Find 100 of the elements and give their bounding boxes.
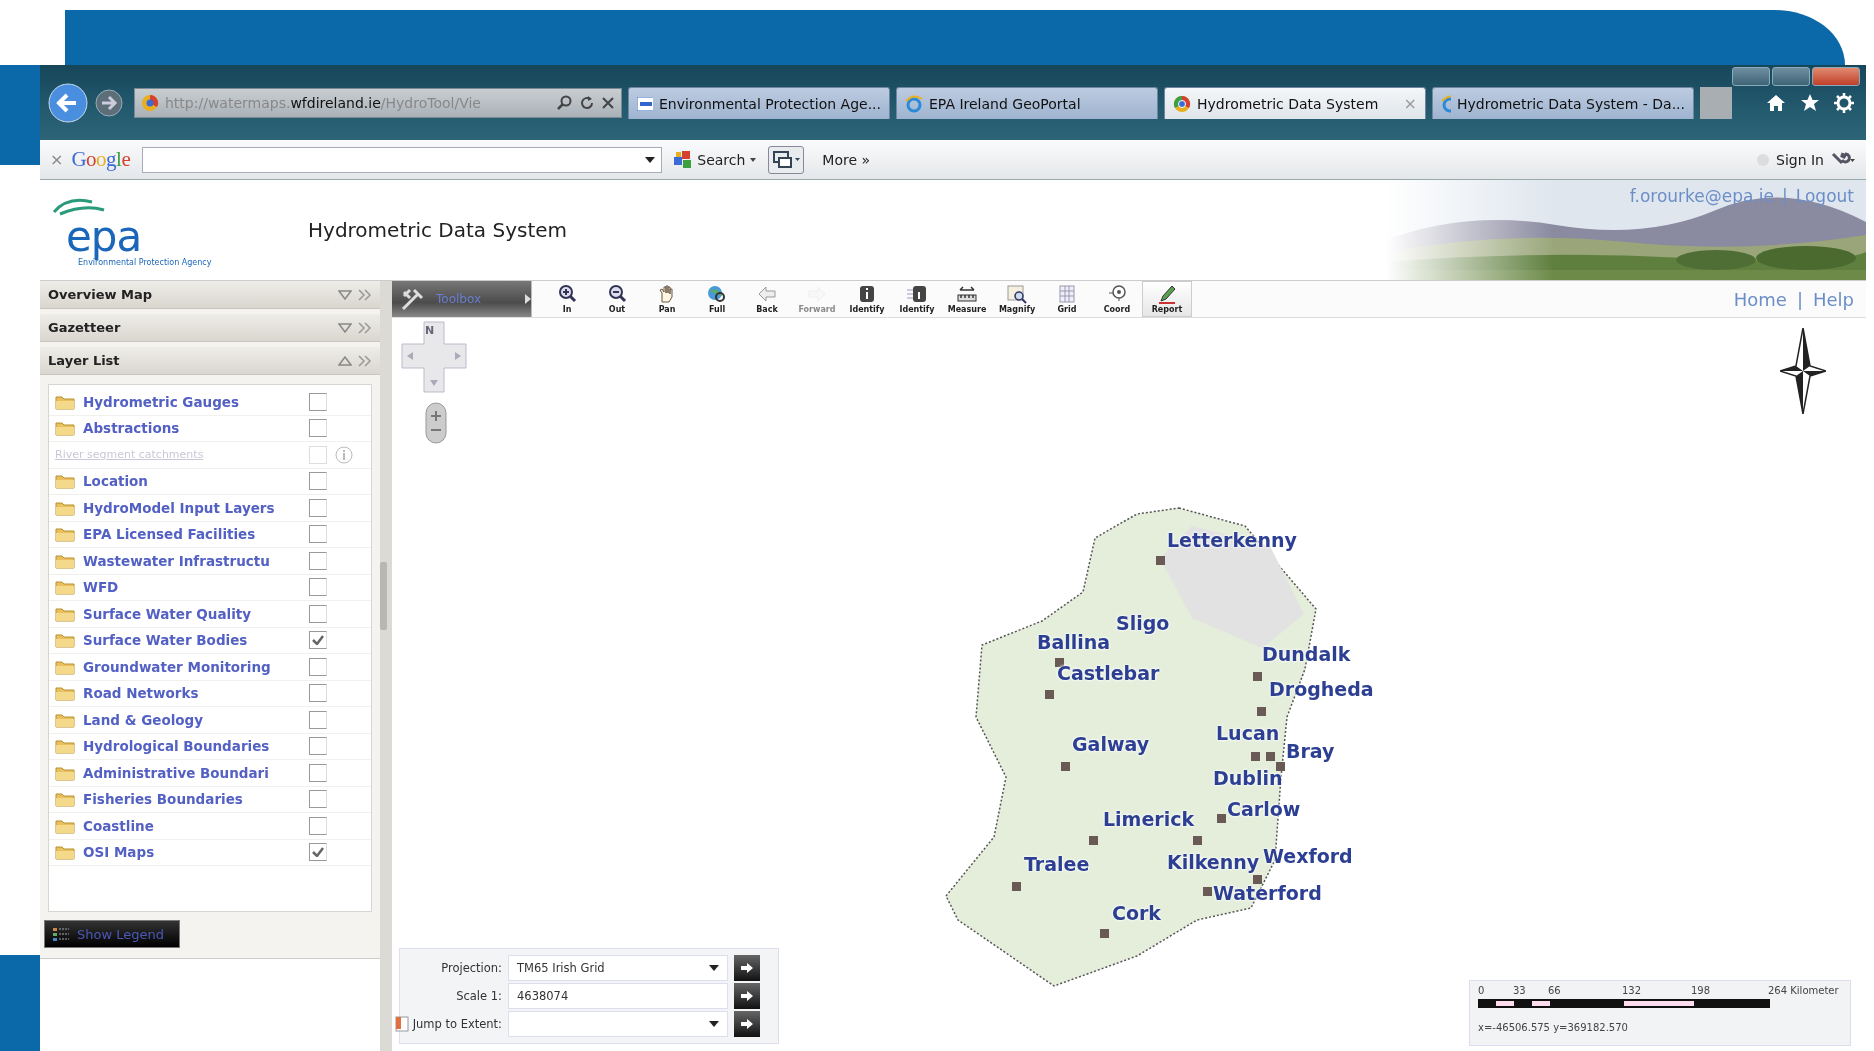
globe-magnifier-icon bbox=[707, 284, 727, 304]
tool-button[interactable]: Coord bbox=[1092, 281, 1142, 317]
scale-field[interactable]: 4638074 bbox=[508, 983, 728, 1009]
town-marker bbox=[1012, 882, 1021, 891]
expand-icon[interactable] bbox=[338, 322, 352, 333]
more-button[interactable]: More » bbox=[822, 151, 871, 168]
layer-checkbox[interactable] bbox=[309, 525, 327, 544]
go-button[interactable] bbox=[734, 983, 760, 1009]
panel-header[interactable]: Overview Map bbox=[40, 281, 380, 309]
town-label: Dundalk bbox=[1262, 643, 1351, 665]
layer-item[interactable]: Land & Geology bbox=[49, 707, 371, 734]
north-arrow-icon bbox=[1780, 328, 1826, 414]
layer-item[interactable]: Abstractions bbox=[49, 415, 371, 442]
tool-button[interactable]: Out bbox=[592, 281, 642, 317]
layer-item[interactable]: Surface Water Quality bbox=[49, 601, 371, 628]
close-button[interactable] bbox=[1812, 67, 1860, 86]
layer-checkbox[interactable] bbox=[309, 684, 327, 703]
layer-item[interactable]: Coastline bbox=[49, 813, 371, 840]
sign-in-link[interactable]: Sign In bbox=[1776, 151, 1824, 168]
field-label: Scale 1: bbox=[456, 989, 502, 1003]
tool-button[interactable]: Magnify bbox=[992, 281, 1042, 317]
caret-icon bbox=[709, 965, 719, 971]
projection-dropdown[interactable]: TM65 Irish Grid bbox=[508, 955, 728, 981]
divider-text: | bbox=[1782, 186, 1788, 206]
go-button[interactable] bbox=[734, 1011, 760, 1037]
tool-button[interactable]: Identify bbox=[892, 281, 942, 317]
layer-checkbox[interactable] bbox=[309, 790, 327, 809]
zoom-control[interactable] bbox=[425, 402, 447, 444]
address-bar[interactable]: http://watermaps.wfdireland.ie/HydroTool/Vie bbox=[134, 88, 622, 118]
layer-item[interactable]: Hydrometric Gauges bbox=[49, 389, 371, 416]
forward-button[interactable] bbox=[94, 88, 124, 118]
layer-label: HydroModel Input Layers bbox=[83, 499, 276, 516]
layer-item[interactable]: Location bbox=[49, 468, 371, 495]
stop-icon[interactable] bbox=[601, 96, 615, 110]
double-chevron-icon[interactable] bbox=[358, 321, 372, 334]
double-chevron-icon[interactable] bbox=[358, 288, 372, 301]
north-label: N bbox=[425, 324, 435, 337]
browser-tab[interactable]: Hydrometric Data System - Da... bbox=[1432, 87, 1694, 119]
layer-checkbox[interactable] bbox=[309, 419, 327, 438]
layer-item[interactable]: Hydrological Boundaries bbox=[49, 733, 371, 760]
town-label: Tralee bbox=[1024, 853, 1090, 875]
dropdown-arrow-icon[interactable] bbox=[645, 156, 656, 163]
browser-tab[interactable]: Environmental Protection Age... bbox=[628, 87, 890, 119]
folder-icon bbox=[55, 552, 75, 569]
layer-checkbox[interactable] bbox=[309, 631, 327, 650]
expand-icon[interactable] bbox=[338, 289, 352, 300]
folder-icon bbox=[55, 791, 75, 808]
browser-tab[interactable]: EPA Ireland GeoPortal bbox=[896, 87, 1158, 119]
search-field[interactable] bbox=[142, 146, 663, 173]
layer-item[interactable]: Wastewater Infrastructu bbox=[49, 548, 371, 575]
layer-item[interactable]: Fisheries Boundaries bbox=[49, 786, 371, 813]
layer-checkbox[interactable] bbox=[309, 392, 327, 411]
go-button[interactable] bbox=[734, 955, 760, 981]
layer-checkbox[interactable] bbox=[309, 843, 327, 862]
layer-checkbox[interactable] bbox=[309, 551, 327, 570]
town-label: Bray bbox=[1286, 740, 1335, 762]
tool-button[interactable]: Pan bbox=[642, 281, 692, 317]
layer-item[interactable]: WFD bbox=[49, 574, 371, 601]
double-chevron-icon[interactable] bbox=[358, 354, 372, 367]
layer-item[interactable]: Administrative Boundari bbox=[49, 760, 371, 787]
layer-checkbox[interactable] bbox=[309, 737, 327, 756]
layer-checkbox[interactable] bbox=[309, 710, 327, 729]
tool-button[interactable]: Identify bbox=[842, 281, 892, 317]
tool-button[interactable]: Report bbox=[1142, 281, 1192, 317]
window-button[interactable] bbox=[768, 145, 805, 174]
tool-button[interactable]: Full bbox=[692, 281, 742, 317]
pan-control[interactable] bbox=[399, 320, 469, 396]
refresh-icon[interactable] bbox=[579, 95, 595, 111]
browser-tab[interactable]: Hydrometric Data System × bbox=[1164, 87, 1426, 119]
favorites-star-icon[interactable] bbox=[1800, 93, 1820, 113]
layer-checkbox[interactable] bbox=[309, 578, 327, 597]
tool-button[interactable]: In bbox=[542, 281, 592, 317]
layer-item[interactable]: Surface Water Bodies bbox=[49, 627, 371, 654]
panel-header[interactable]: Layer List bbox=[40, 347, 380, 375]
tool-button[interactable]: Measure bbox=[942, 281, 992, 317]
layer-checkbox[interactable] bbox=[309, 604, 327, 623]
layer-item[interactable]: Groundwater Monitoring bbox=[49, 654, 371, 681]
search-icon[interactable] bbox=[557, 95, 573, 111]
back-button[interactable] bbox=[48, 83, 88, 123]
town-label: Lucan bbox=[1216, 722, 1280, 744]
tool-button[interactable]: Grid bbox=[1042, 281, 1092, 317]
layer-item[interactable]: HydroModel Input Layers bbox=[49, 495, 371, 522]
settings-icon[interactable] bbox=[1834, 93, 1854, 113]
tool-button[interactable]: Back bbox=[742, 281, 792, 317]
panel-header[interactable]: Gazetteer bbox=[40, 314, 380, 342]
layer-checkbox[interactable] bbox=[309, 657, 327, 676]
layer-checkbox[interactable] bbox=[309, 763, 327, 782]
layer-checkbox[interactable] bbox=[309, 498, 327, 517]
collapse-icon[interactable] bbox=[338, 355, 352, 366]
minimize-button[interactable] bbox=[1732, 67, 1770, 86]
caret-icon bbox=[709, 1021, 719, 1027]
home-icon[interactable] bbox=[1766, 93, 1786, 113]
layer-checkbox[interactable] bbox=[309, 816, 327, 835]
splitter-handle[interactable] bbox=[380, 562, 387, 630]
maximize-button[interactable] bbox=[1772, 67, 1810, 86]
layer-item[interactable]: EPA Licensed Facilities bbox=[49, 521, 371, 548]
layer-checkbox[interactable] bbox=[309, 472, 327, 491]
layer-item[interactable]: Road Networks bbox=[49, 680, 371, 707]
search-button[interactable]: Search bbox=[670, 148, 761, 171]
layer-item[interactable]: OSI Maps bbox=[49, 839, 371, 866]
